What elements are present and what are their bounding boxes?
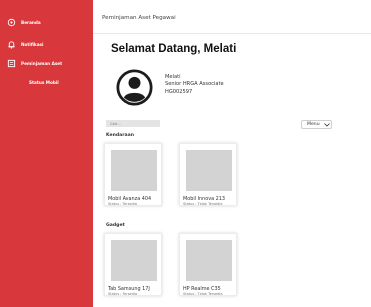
asset-thumbnail (186, 150, 232, 191)
asset-icon (7, 59, 16, 68)
sidebar-item-label: Notifikasi (21, 42, 44, 47)
profile-name: Melati (165, 74, 181, 80)
menu-dropdown-value: Menu (307, 122, 320, 127)
asset-thumbnail (111, 240, 157, 281)
asset-card[interactable]: HP Realme C35 Status : Tidak Tersedia (179, 233, 237, 296)
asset-status: Status : Tidak Tersedia (183, 202, 223, 206)
profile-employee-id: HG002597 (165, 88, 193, 95)
sidebar-item-asset-loan[interactable]: Peminjaman Aset (7, 59, 62, 68)
chevron-down-icon (323, 122, 330, 127)
sidebar-item-label: Beranda (21, 20, 41, 25)
sidebar-item-label: Peminjaman Aset (21, 61, 63, 66)
asset-status: Status : Tidak Tersedia (183, 292, 223, 296)
avatar (116, 69, 153, 106)
greeting-title: Selamat Datang, Melati (111, 43, 237, 55)
asset-thumbnail (186, 240, 232, 281)
asset-thumbnail (111, 150, 157, 191)
asset-status: Status : Tersedia (108, 292, 138, 296)
asset-status: Status : Tersedia (108, 202, 138, 206)
profile-position: Senior HRGA Associate (165, 81, 224, 88)
sidebar: Beranda Notifikasi Peminjaman Aset Statu… (0, 0, 93, 307)
header-bar: Peminjaman Aset Pegawai (93, 0, 371, 34)
page-header-title: Peminjaman Aset Pegawai (102, 15, 176, 21)
section-title-gadgets: Gadget (106, 223, 125, 228)
home-icon (7, 18, 16, 27)
sidebar-item-notifications[interactable]: Notifikasi (7, 40, 43, 49)
asset-card[interactable]: Mobil Avanza 404 Status : Tersedia (104, 143, 162, 206)
sidebar-item-car-status[interactable]: Status Mobil (29, 80, 69, 86)
profile-info: Melati Senior HRGA Associate HG002597 (165, 74, 224, 96)
section-title-vehicles: Kendaraan (106, 133, 134, 138)
asset-card[interactable]: Tab Samsung 17J Status : Tersedia (104, 233, 162, 296)
asset-card[interactable]: Mobil Innova 213 Status : Tidak Tersedia (179, 143, 237, 206)
bell-icon (7, 40, 16, 49)
search-input[interactable] (106, 120, 160, 127)
menu-dropdown[interactable]: Menu (301, 120, 332, 129)
sidebar-item-home[interactable]: Beranda (7, 18, 41, 27)
user-avatar-icon (116, 69, 153, 106)
